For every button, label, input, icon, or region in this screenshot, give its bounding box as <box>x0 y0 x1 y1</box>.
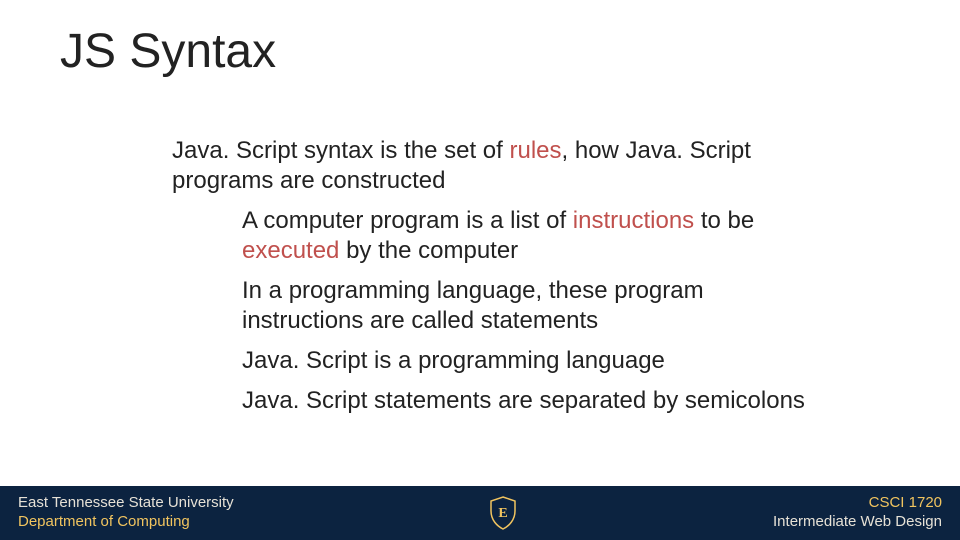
shield-icon: E <box>489 496 517 530</box>
sp1-highlight-instructions: instructions <box>573 207 694 234</box>
intro-part-1: Java. Script syntax is the set of <box>172 137 509 164</box>
sub-point-4: Java. Script statements are separated by… <box>242 386 812 416</box>
footer-university: East Tennessee State University <box>18 494 234 513</box>
slide-title: JS Syntax <box>60 24 276 79</box>
sp1-part-2: to be <box>701 207 754 234</box>
footer-left: East Tennessee State University Departme… <box>18 494 234 532</box>
sp1-highlight-executed: executed <box>242 237 339 264</box>
slide-body: Java. Script syntax is the set of rules,… <box>172 136 812 426</box>
intro-highlight-rules: rules <box>509 137 561 164</box>
slide: JS Syntax Java. Script syntax is the set… <box>0 0 960 540</box>
sub-point-3: Java. Script is a programming language <box>242 346 812 376</box>
sp3-text: Java. Script is a programming language <box>242 347 665 374</box>
footer-department: Department of Computing <box>18 513 234 532</box>
slide-footer: East Tennessee State University Departme… <box>0 486 960 540</box>
sp2-text: In a programming language, these program… <box>242 277 704 334</box>
footer-right: CSCI 1720 Intermediate Web Design <box>773 494 942 532</box>
sp1-part-3: by the computer <box>346 237 518 264</box>
footer-course-code: CSCI 1720 <box>869 494 942 513</box>
sub-point-2: In a programming language, these program… <box>242 276 812 336</box>
sp4-text: Java. Script statements are separated by… <box>242 387 805 414</box>
footer-course-name: Intermediate Web Design <box>773 513 942 532</box>
sp1-part-1: A computer program is a list of <box>242 207 573 234</box>
shield-letter: E <box>499 506 508 521</box>
sub-points: A computer program is a list of instruct… <box>242 206 812 416</box>
footer-badge: E <box>489 496 517 530</box>
sub-point-1: A computer program is a list of instruct… <box>242 206 812 266</box>
intro-line: Java. Script syntax is the set of rules,… <box>172 136 812 196</box>
